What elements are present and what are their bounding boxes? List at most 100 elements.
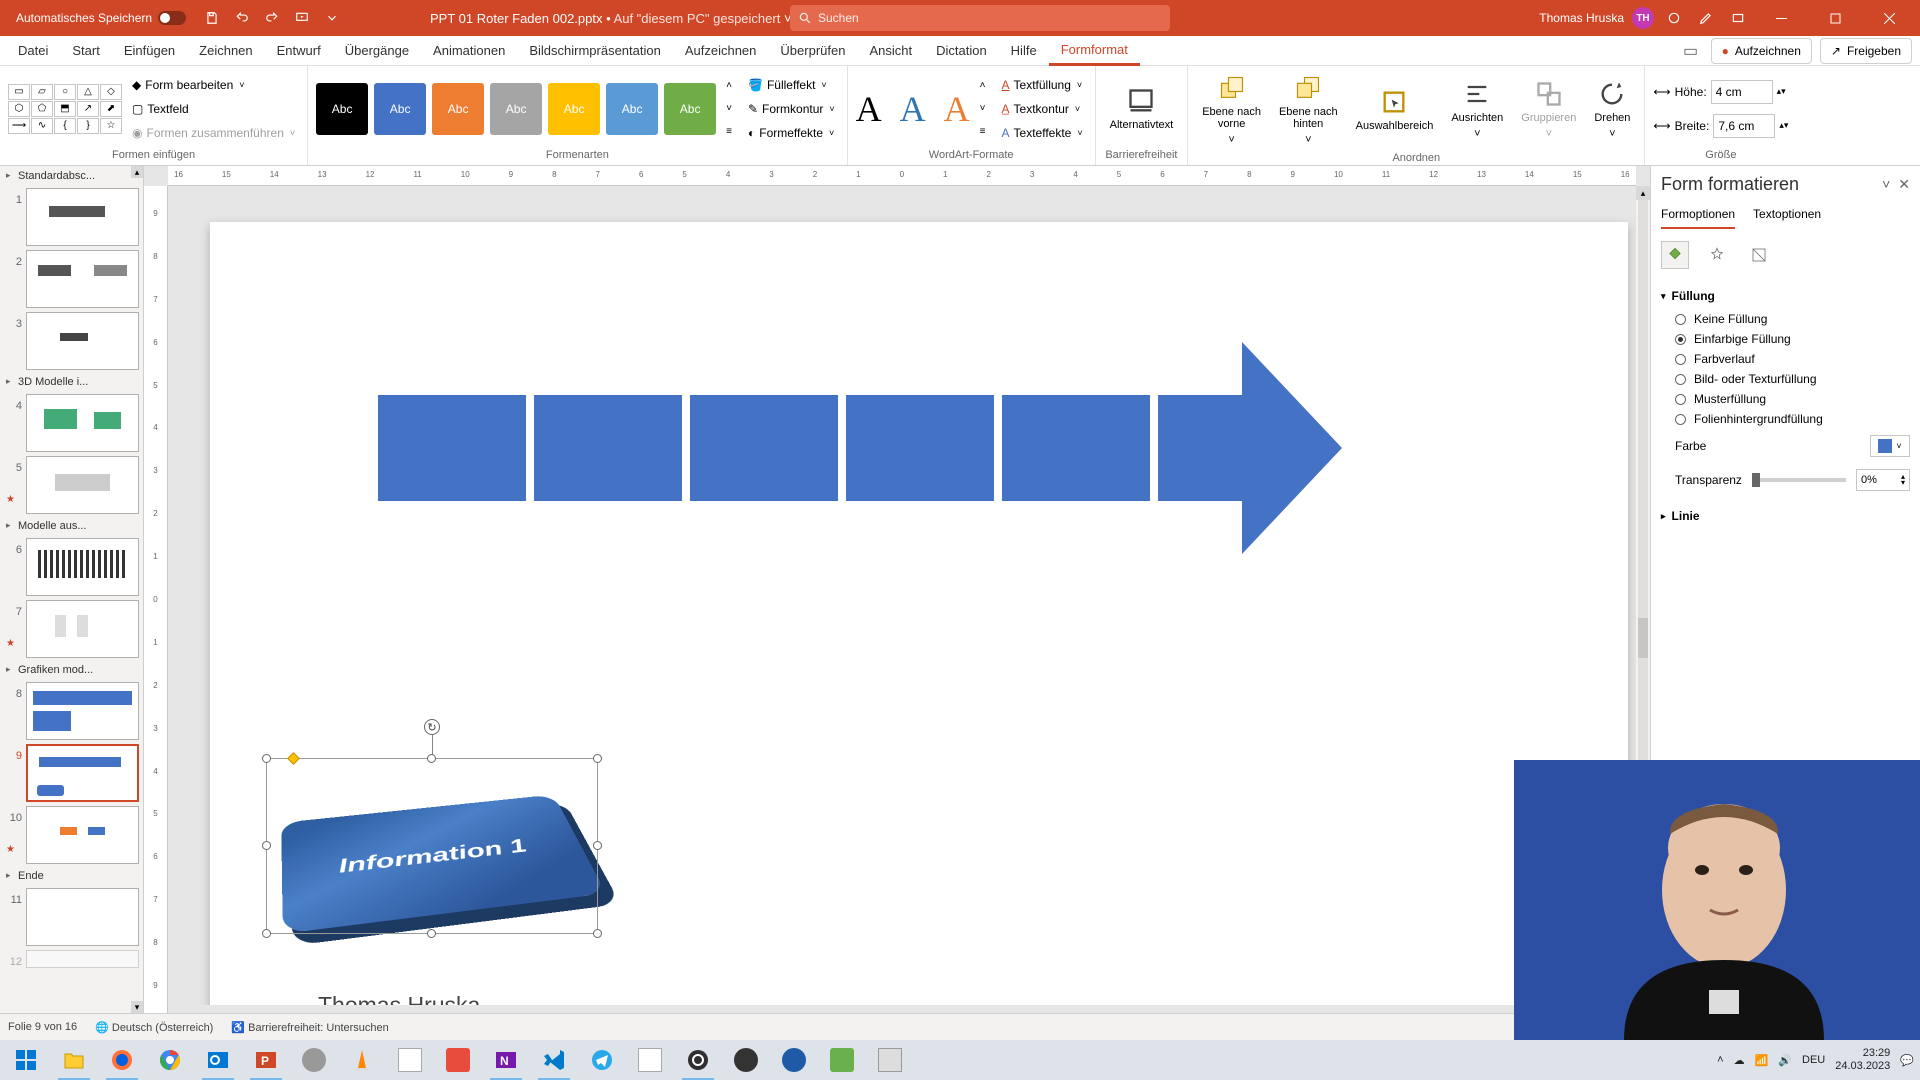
vscode-icon[interactable] [532, 1040, 576, 1080]
wordart-style-2[interactable]: A [900, 88, 926, 130]
wordart-more-up-icon[interactable]: ˄ [980, 80, 986, 91]
styles-expand-icon[interactable]: ≡ [726, 126, 732, 137]
minimize-button[interactable] [1758, 0, 1804, 36]
fill-pattern-radio[interactable]: Musterfüllung [1661, 389, 1910, 409]
slide-editor[interactable]: 1615141312111098765432101234567891011121… [144, 166, 1650, 1013]
styles-more-icon2[interactable]: ˅ [726, 103, 732, 114]
selection-handle[interactable] [262, 929, 271, 938]
tab-hilfe[interactable]: Hilfe [999, 36, 1049, 66]
selection-handle[interactable] [593, 754, 602, 763]
save-icon[interactable] [200, 6, 224, 30]
section-header-3[interactable]: Modelle aus... [0, 516, 143, 536]
tab-text-options[interactable]: Textoptionen [1753, 207, 1821, 229]
tab-bildschirmpraesentation[interactable]: Bildschirmpräsentation [517, 36, 673, 66]
styles-more-icon[interactable]: ˄ [726, 80, 732, 91]
slide-thumb-1[interactable]: 1 [0, 186, 143, 248]
tab-shape-options[interactable]: Formoptionen [1661, 207, 1735, 229]
tab-datei[interactable]: Datei [6, 36, 60, 66]
fill-color-button[interactable]: ˅ [1870, 435, 1910, 457]
transparency-slider[interactable] [1752, 478, 1846, 482]
close-button[interactable] [1866, 0, 1912, 36]
tray-expand-icon[interactable]: ˄ [1717, 1054, 1723, 1066]
maximize-button[interactable] [1812, 0, 1858, 36]
slide-thumb-11[interactable]: 11 [0, 886, 143, 948]
telegram-icon[interactable] [580, 1040, 624, 1080]
system-tray[interactable]: ˄ ☁ 📶 🔊 DEU 23:29 24.03.2023 💬 [1717, 1047, 1914, 1072]
section-header-2[interactable]: 3D Modelle i... [0, 372, 143, 392]
redo-icon[interactable] [260, 6, 284, 30]
slide-thumb-5[interactable]: 5★ [0, 454, 143, 516]
fill-slidebg-radio[interactable]: Folienhintergrundfüllung [1661, 409, 1910, 429]
tab-ueberpruefen[interactable]: Überprüfen [768, 36, 857, 66]
wordart-expand-icon[interactable]: ≡ [980, 126, 986, 137]
app-icon-9[interactable] [772, 1040, 816, 1080]
section-header-4[interactable]: Grafiken mod... [0, 660, 143, 680]
section-header-5[interactable]: Ende [0, 866, 143, 886]
obs-icon[interactable] [676, 1040, 720, 1080]
selection-handle[interactable] [593, 841, 602, 850]
accessibility-checker[interactable]: ♿ Barrierefreiheit: Untersuchen [231, 1021, 388, 1034]
height-input[interactable] [1711, 80, 1773, 104]
selection-handle[interactable] [262, 754, 271, 763]
selection-pane-button[interactable]: Auswahlbereich [1350, 84, 1440, 136]
effects-category-icon[interactable] [1703, 241, 1731, 269]
edit-shape-button[interactable]: ◆Form bearbeiten˅ [128, 74, 299, 96]
firefox-icon[interactable] [100, 1040, 144, 1080]
canvas[interactable]: Information 1 Thomas Hruska [174, 190, 1636, 1005]
vlc-icon[interactable] [340, 1040, 384, 1080]
ribbon-display-icon[interactable] [1726, 6, 1750, 30]
arrow-smartart[interactable] [378, 342, 1342, 554]
slide-counter[interactable]: Folie 9 von 16 [8, 1021, 77, 1033]
slide-thumb-10[interactable]: 10★ [0, 804, 143, 866]
powerpoint-icon[interactable]: P [244, 1040, 288, 1080]
shape-style-1[interactable]: Abc [316, 83, 368, 135]
rotate-button[interactable]: Drehen˅ [1588, 76, 1636, 144]
shape-outline-button[interactable]: ✎Formkontur˅ [744, 98, 839, 120]
size-category-icon[interactable] [1745, 241, 1773, 269]
slide[interactable]: Information 1 Thomas Hruska [210, 222, 1628, 1005]
collapse-ribbon-icon[interactable]: ▭ [1679, 39, 1703, 63]
thumb-scroll-down-icon[interactable]: ▾ [131, 1001, 143, 1013]
fill-gradient-radio[interactable]: Farbverlauf [1661, 349, 1910, 369]
adjustment-handle[interactable] [287, 752, 300, 765]
selection-handle[interactable] [427, 929, 436, 938]
shapes-gallery[interactable]: ▭▱○△◇ ⬡⬠⬒↗⬈ ⟶∿{}☆ [8, 84, 122, 134]
fill-section-header[interactable]: Füllung [1661, 283, 1910, 309]
wordart-style-1[interactable]: A [856, 88, 882, 130]
start-button[interactable] [4, 1040, 48, 1080]
app-icon-11[interactable] [868, 1040, 912, 1080]
app-icon-1[interactable] [292, 1040, 336, 1080]
shape-effects-button[interactable]: ◐Formeffekte˅ [744, 122, 839, 144]
wordart-style-3[interactable]: A [944, 88, 970, 130]
onenote-icon[interactable]: N [484, 1040, 528, 1080]
scroll-thumb[interactable] [1638, 618, 1648, 658]
shape-fill-button[interactable]: 🪣Fülleffekt˅ [744, 74, 839, 96]
outlook-icon[interactable] [196, 1040, 240, 1080]
language-indicator[interactable]: 🌐 Deutsch (Österreich) [95, 1021, 213, 1034]
document-title[interactable]: PPT 01 Roter Faden 002.pptx • Auf "diese… [430, 11, 792, 26]
selection-handle[interactable] [593, 929, 602, 938]
line-section-header[interactable]: Linie [1661, 503, 1910, 529]
autosave-toggle[interactable]: Automatisches Speichern [8, 11, 194, 25]
shape-style-4[interactable]: Abc [490, 83, 542, 135]
task-pane-close-icon[interactable]: ✕ [1898, 176, 1910, 193]
slide-thumbnail-panel[interactable]: ▴ Standardabsc... 1 2 3 3D Modelle i... … [0, 166, 144, 1013]
app-icon-3[interactable] [388, 1040, 432, 1080]
fill-picture-radio[interactable]: Bild- oder Texturfüllung [1661, 369, 1910, 389]
shape-style-7[interactable]: Abc [664, 83, 716, 135]
wordart-more-down-icon[interactable]: ˅ [980, 103, 986, 114]
app-icon-10[interactable] [820, 1040, 864, 1080]
slide-thumb-12[interactable]: 12 [0, 948, 143, 970]
slide-thumb-7[interactable]: 7★ [0, 598, 143, 660]
shape-style-3[interactable]: Abc [432, 83, 484, 135]
notification-icon[interactable]: 💬 [1900, 1054, 1914, 1067]
tab-uebergaenge[interactable]: Übergänge [333, 36, 421, 66]
share-button[interactable]: ↗Freigeben [1820, 38, 1912, 64]
tab-formformat[interactable]: Formformat [1049, 36, 1140, 66]
section-header-1[interactable]: Standardabsc... [0, 166, 143, 186]
file-explorer-icon[interactable] [52, 1040, 96, 1080]
selection-handle[interactable] [427, 754, 436, 763]
transparency-input[interactable]: 0%▴▾ [1856, 469, 1910, 491]
text-box-button[interactable]: ▢Textfeld [128, 98, 299, 120]
tab-start[interactable]: Start [60, 36, 111, 66]
